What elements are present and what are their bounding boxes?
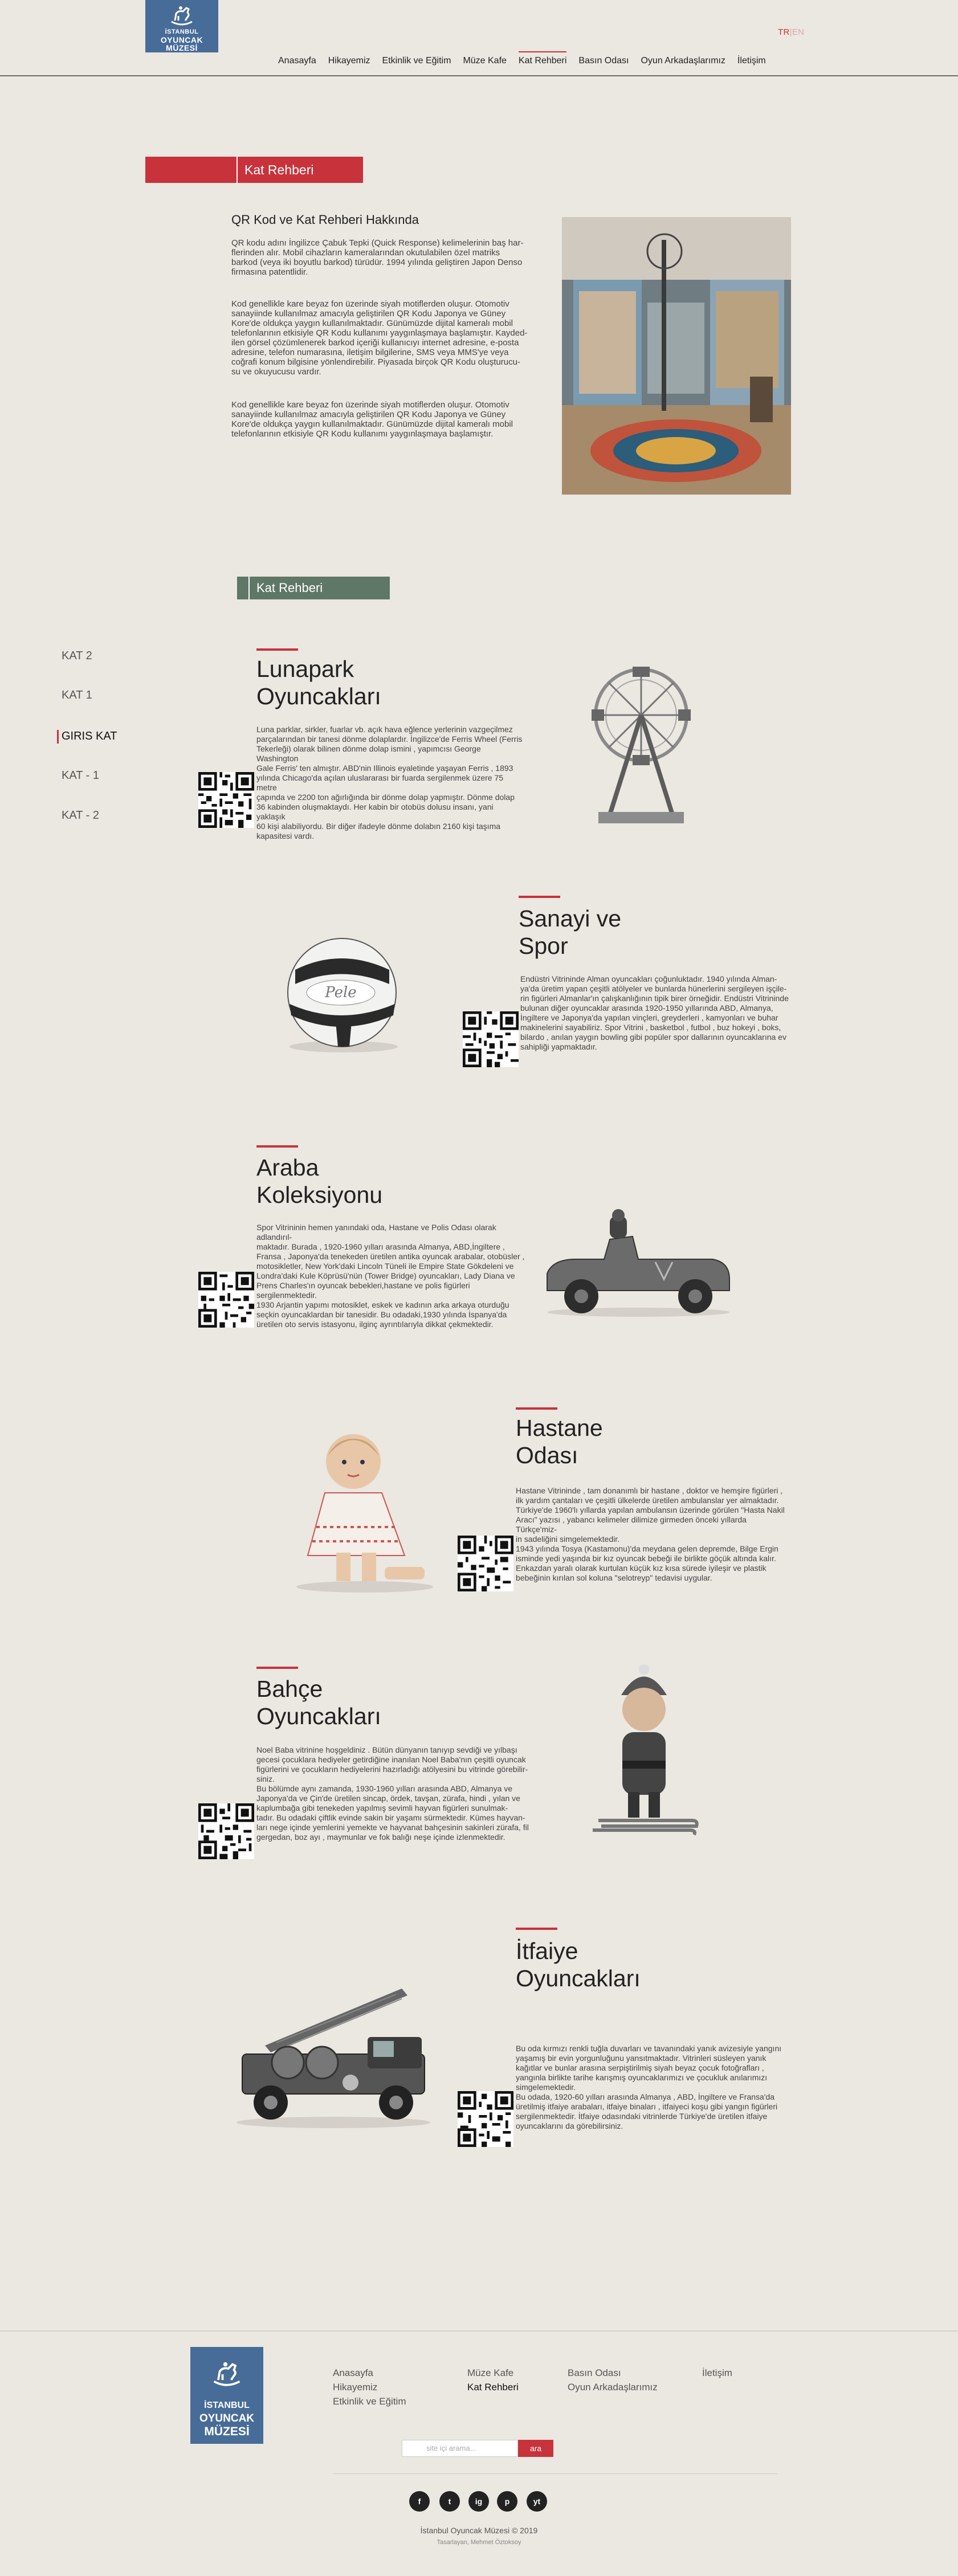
section-rule	[519, 896, 560, 898]
section-title-itfaiye: İtfaiye Oyuncakları	[516, 1938, 641, 1991]
rocking-horse-logo-icon	[171, 6, 193, 26]
nav-kat-rehberi[interactable]: Kat Rehberi	[518, 51, 566, 66]
lang-en[interactable]: EN	[792, 27, 804, 37]
section-title-sanayi-spor: Sanayi ve Spor	[519, 905, 622, 959]
footer-link-oyun-arkadaslarimiz[interactable]: Oyun Arkadaşlarımız	[568, 2382, 658, 2393]
intro-heading: QR Kod ve Kat Rehberi Hakkında	[231, 213, 419, 227]
section-rule	[516, 1407, 557, 1410]
pinterest-icon[interactable]: p	[497, 2491, 517, 2512]
section-text-sanayi-spor: Endüstri Vitrininde Alman oyuncakları ço…	[520, 974, 789, 1051]
site-search-input[interactable]: site içi arama...	[402, 2440, 518, 2457]
footer-logo-text-2: OYUNCAK	[199, 2412, 255, 2424]
side-nav-kat-eksi-2[interactable]: KAT - 2	[62, 809, 99, 822]
section-title-hastane: Hastane Odası	[516, 1415, 603, 1468]
footer-logo-text-1: İSTANBUL	[204, 2401, 250, 2410]
museum-room-photo	[562, 217, 791, 495]
facebook-icon[interactable]: f	[409, 2491, 430, 2512]
santa-ski-toy-image	[593, 1664, 699, 1836]
language-switch: TR|EN	[778, 27, 804, 37]
section-title-bahce: Bahçe Oyuncakları	[256, 1676, 381, 1729]
qr-code-hastane[interactable]	[458, 1536, 513, 1591]
section-text-itfaiye: Bu oda kırmızı renkli tuğla duvarları ve…	[516, 2044, 782, 2130]
youtube-icon[interactable]: yt	[527, 2491, 547, 2512]
side-nav-kat-2[interactable]: KAT 2	[62, 650, 92, 663]
section-text-hastane: Hastane Vitrininde , tam donanımlı bir h…	[516, 1486, 785, 1582]
logo[interactable]: İSTANBUL OYUNCAK MÜZESİ	[145, 0, 218, 52]
instagram-icon[interactable]: ig	[468, 2491, 489, 2512]
copyright: İstanbul Oyuncak Müzesi © 2019	[420, 2526, 538, 2535]
nav-anasayfa[interactable]: Anasayfa	[278, 56, 316, 66]
page-title: Kat Rehberi	[237, 157, 356, 183]
footer-link-iletisim[interactable]: İletişim	[702, 2367, 732, 2379]
side-nav-giris-kat[interactable]: GIRIS KAT	[56, 730, 117, 744]
qr-code-sanayi-spor[interactable]	[463, 1011, 519, 1067]
footer-link-hikayemiz[interactable]: Hikayemiz	[333, 2382, 377, 2393]
section-title-lunapark: Lunapark Oyuncakları	[256, 656, 381, 709]
footer-divider	[0, 2330, 958, 2332]
header-divider	[0, 75, 958, 76]
qr-code-lunapark[interactable]	[198, 772, 254, 828]
section-text-araba: Spor Vitrininin hemen yanındaki oda, Has…	[256, 1223, 525, 1329]
side-nav-kat-1[interactable]: KAT 1	[62, 689, 92, 702]
football-toy-image: Pele	[287, 938, 398, 1052]
section-tag-label: Kat Rehberi	[248, 577, 323, 599]
footer-rule	[333, 2473, 777, 2474]
nav-iletisim[interactable]: İletişim	[737, 56, 766, 66]
designer-credit: Tasarlayan, Mehmet Öztoksoy	[437, 2539, 521, 2546]
intro-paragraph-2: Kod genellikle kare beyaz fon üzerinde s…	[231, 299, 528, 377]
nav-muze-kafe[interactable]: Müze Kafe	[463, 56, 506, 66]
footer-link-anasayfa[interactable]: Anasayfa	[333, 2367, 373, 2379]
rocking-horse-logo-icon	[213, 2362, 240, 2386]
lang-tr[interactable]: TR	[778, 27, 790, 37]
section-text-lunapark: Luna parklar, sirkler, fuarlar vb. açık …	[256, 725, 523, 840]
svg-text:Pele: Pele	[324, 984, 356, 1001]
section-rule	[256, 648, 298, 651]
side-nav-kat-eksi-1[interactable]: KAT - 1	[62, 769, 99, 782]
twitter-icon[interactable]: t	[439, 2491, 460, 2512]
footer-logo[interactable]: İSTANBUL OYUNCAK MÜZESİ	[190, 2347, 263, 2444]
nav-hikayemiz[interactable]: Hikayemiz	[328, 56, 370, 66]
footer-link-kat-rehberi[interactable]: Kat Rehberi	[467, 2382, 519, 2393]
logo-text-1: İSTANBUL	[165, 28, 199, 35]
section-title-araba: Araba Koleksiyonu	[256, 1154, 383, 1208]
nav-basin-odasi[interactable]: Basın Odası	[578, 56, 629, 66]
qr-code-araba[interactable]	[198, 1272, 254, 1328]
doll-toy-image	[296, 1434, 433, 1593]
section-text-bahce: Noel Baba vitrinine hoşgeldiniz . Bütün …	[256, 1745, 529, 1842]
section-tag: Kat Rehberi	[237, 577, 390, 599]
nav-etkinlik[interactable]: Etkinlik ve Eğitim	[382, 56, 451, 66]
footer-logo-text-3: MÜZESİ	[204, 2425, 250, 2438]
intro-paragraph-3: Kod genellikle kare beyaz fon üzerinde s…	[231, 400, 513, 439]
footer-link-basin-odasi[interactable]: Basın Odası	[568, 2367, 621, 2379]
nav-oyun-arkadaslarimiz[interactable]: Oyun Arkadaşlarımız	[641, 56, 725, 66]
search-button[interactable]: ara	[518, 2440, 553, 2457]
section-rule	[256, 1667, 298, 1669]
main-nav: Anasayfa Hikayemiz Etkinlik ve Eğitim Mü…	[278, 51, 778, 66]
footer-link-etkinlik[interactable]: Etkinlik ve Eğitim	[333, 2396, 406, 2407]
ferris-wheel-toy-image	[592, 667, 691, 823]
logo-text-3: MÜZESİ	[166, 43, 198, 52]
fire-truck-toy-image	[237, 1989, 430, 2128]
intro-paragraph-1: QR kodu adını İngilizce Çabuk Tepki (Qui…	[231, 238, 524, 277]
qr-code-itfaiye[interactable]	[458, 2091, 513, 2147]
section-rule	[256, 1145, 298, 1148]
toy-car-image	[547, 1209, 730, 1317]
qr-code-bahce[interactable]	[198, 1803, 254, 1859]
footer-link-muze-kafe[interactable]: Müze Kafe	[467, 2367, 513, 2379]
section-rule	[516, 1928, 557, 1930]
page-title-bar: Kat Rehberi	[145, 157, 363, 183]
